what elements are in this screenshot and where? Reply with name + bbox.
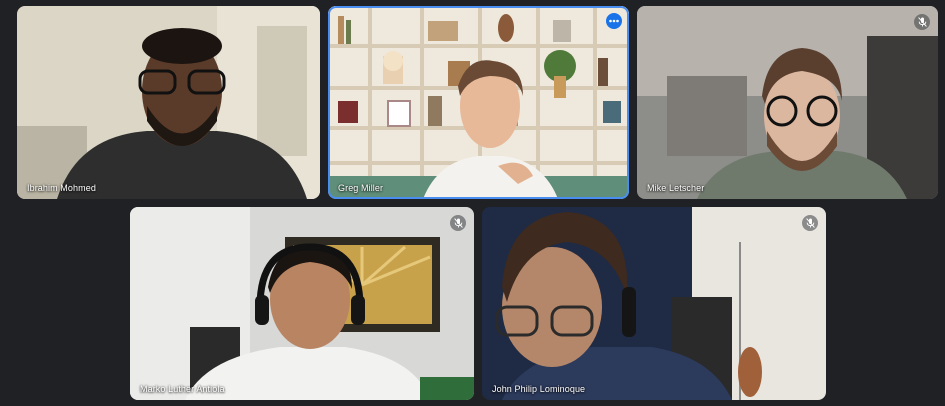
video-feed <box>130 207 474 400</box>
participant-name: Mike Letscher <box>647 183 705 193</box>
video-feed <box>17 6 320 199</box>
participant-name: Ibrahim Mohmed <box>27 183 96 193</box>
participant-tile-ibrahim[interactable]: Ibrahim Mohmed <box>17 6 320 199</box>
participant-name: John Philip Lominoque <box>492 384 586 394</box>
participant-name: Marko Luther Antiola <box>140 384 225 394</box>
participant-tile-mike[interactable]: Mike Letscher <box>637 6 938 199</box>
participant-tile-greg[interactable]: Greg Miller <box>328 6 629 199</box>
video-feed <box>637 6 938 199</box>
video-feed <box>482 207 826 400</box>
mic-off-icon <box>914 14 930 30</box>
video-feed <box>328 6 629 199</box>
mic-off-icon <box>450 215 466 231</box>
more-options-icon[interactable] <box>606 13 622 29</box>
mic-off-icon <box>802 215 818 231</box>
participant-tile-john[interactable]: John Philip Lominoque <box>482 207 826 400</box>
participant-tile-marko[interactable]: Marko Luther Antiola <box>130 207 474 400</box>
participant-name: Greg Miller <box>338 183 384 193</box>
